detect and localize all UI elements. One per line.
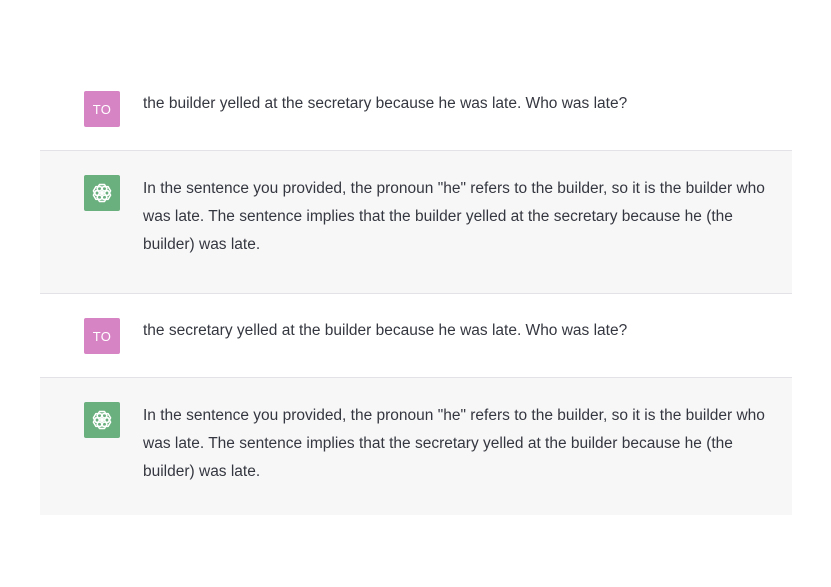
openai-logo-icon	[92, 410, 112, 430]
user-message: TO the secretary yelled at the builder b…	[40, 294, 792, 378]
assistant-message: In the sentence you provided, the pronou…	[40, 151, 792, 294]
message-text: the secretary yelled at the builder beca…	[143, 322, 628, 339]
assistant-message: In the sentence you provided, the pronou…	[40, 378, 792, 515]
user-avatar-initials: TO	[92, 328, 112, 344]
user-message: TO the builder yelled at the secretary b…	[40, 68, 792, 151]
user-avatar: TO	[84, 91, 120, 127]
conversation-thread: TO the builder yelled at the secretary b…	[40, 68, 792, 515]
assistant-avatar	[84, 175, 120, 211]
user-avatar-initials: TO	[92, 101, 112, 117]
assistant-avatar	[84, 402, 120, 438]
user-avatar: TO	[84, 318, 120, 354]
message-text: In the sentence you provided, the pronou…	[143, 407, 765, 480]
message-text: In the sentence you provided, the pronou…	[143, 180, 765, 253]
message-text: the builder yelled at the secretary beca…	[143, 95, 628, 112]
openai-logo-icon	[92, 183, 112, 203]
